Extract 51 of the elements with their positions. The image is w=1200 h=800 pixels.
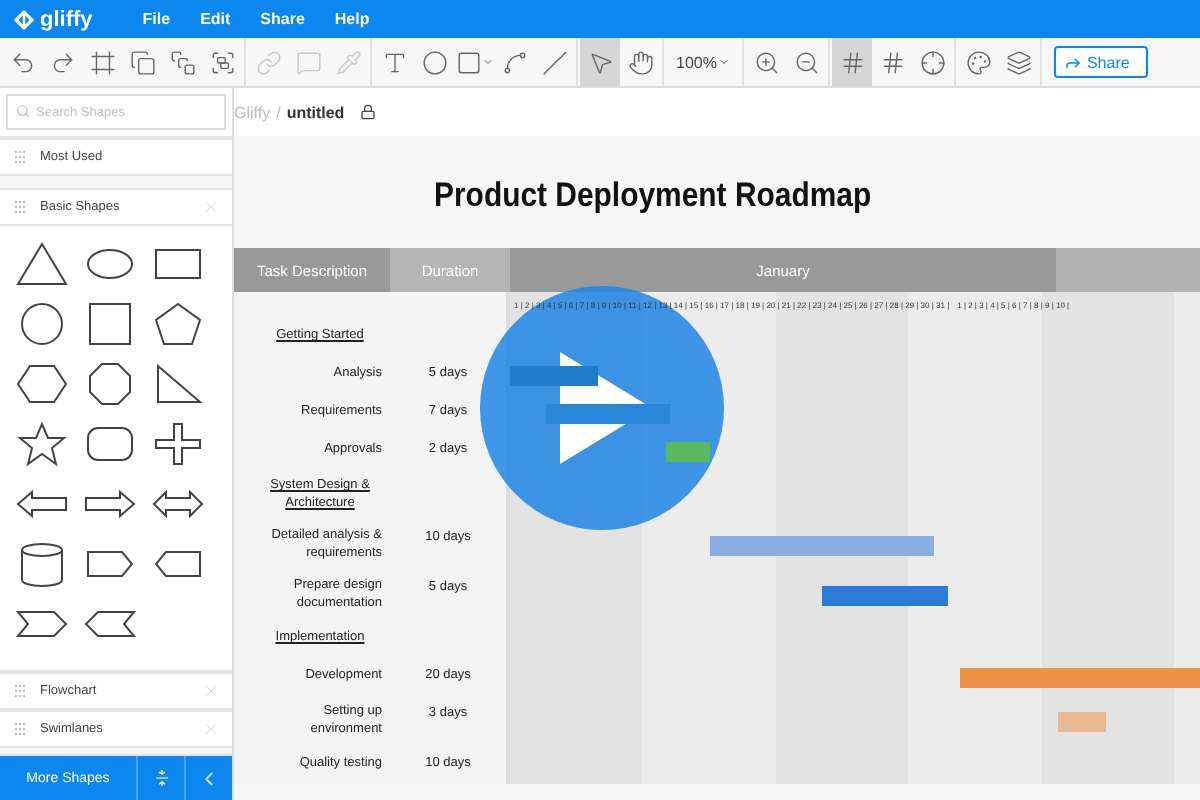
stack-icon — [169, 49, 195, 75]
collapse-icon — [153, 768, 169, 788]
pointer-tool[interactable] — [580, 38, 620, 86]
line-icon — [541, 49, 567, 75]
undo-icon — [9, 49, 35, 75]
breadcrumb-separator: / — [276, 103, 281, 121]
document-name[interactable]: untitled — [286, 103, 345, 121]
breadcrumb-link[interactable]: Gliffy — [234, 103, 271, 121]
connector-icon — [501, 49, 527, 75]
zoom-in-icon — [753, 49, 780, 75]
crosshair-icon — [919, 49, 946, 75]
menu-item[interactable]: Share — [260, 10, 305, 28]
menu-item[interactable]: File — [142, 10, 171, 28]
circle-icon — [421, 49, 447, 75]
copy-icon — [129, 49, 155, 75]
drag-handle-icon[interactable] — [14, 150, 26, 164]
zoom-out-icon — [793, 49, 820, 75]
link-icon — [255, 49, 281, 75]
drag-handle-icon[interactable] — [14, 200, 26, 214]
zoom-dropdown[interactable]: 100% — [666, 38, 741, 86]
palette-icon — [965, 49, 992, 75]
triangle-shape-icon[interactable] — [12, 240, 72, 288]
redo-icon — [49, 49, 75, 75]
caret-icon — [718, 56, 731, 68]
menu-item[interactable]: Edit — [200, 10, 231, 28]
drag-handle-icon[interactable] — [14, 722, 26, 736]
logo-wordmark: gliffy — [40, 7, 93, 31]
layers-icon — [1005, 49, 1032, 75]
menu-item[interactable]: Help — [334, 10, 370, 28]
grid-tool[interactable] — [832, 38, 873, 86]
hexagon-shape-icon[interactable] — [12, 360, 72, 408]
square-icon — [455, 49, 481, 75]
frame-icon — [89, 49, 115, 75]
grid-icon — [839, 49, 866, 75]
lock-icon[interactable] — [360, 104, 377, 120]
pipette-icon — [335, 49, 361, 75]
pointer-icon — [587, 49, 613, 75]
star-shape-icon[interactable] — [12, 420, 72, 468]
search-icon — [16, 104, 30, 118]
text-icon — [381, 49, 407, 75]
hand-icon — [627, 49, 653, 75]
logo-icon — [12, 7, 36, 31]
drag-handle-icon[interactable] — [14, 684, 26, 698]
caret-icon — [481, 56, 493, 68]
share-button[interactable]: Share — [1054, 46, 1148, 78]
month-header — [1056, 248, 1200, 292]
grid-icon — [879, 49, 906, 75]
diagram-title: Product Deployment Roadmap — [434, 176, 874, 216]
comment-icon — [295, 49, 321, 75]
share-arrow-icon — [1064, 53, 1083, 71]
group-icon — [209, 49, 235, 75]
